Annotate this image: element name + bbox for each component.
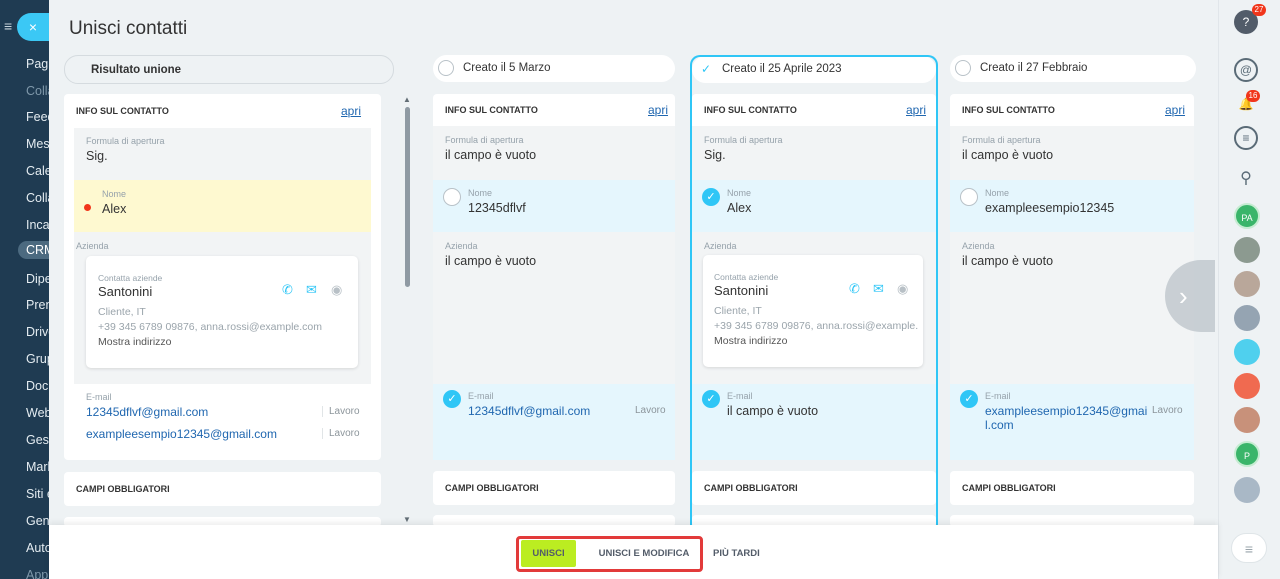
company-contacts: +39 345 6789 09876, anna.rossi@example.c…: [98, 321, 323, 333]
scrollbar[interactable]: ▲ ▼: [400, 95, 414, 525]
required-fields-section[interactable]: CAMPI OBBLIGATORI: [64, 472, 381, 506]
help-icon[interactable]: ? 27: [1234, 4, 1266, 34]
later-button[interactable]: PIÙ TARDI: [713, 540, 760, 567]
field-label: Nome: [468, 188, 493, 198]
activity-icon[interactable]: @: [1234, 58, 1258, 82]
column-card: INFO SUL CONTATTO apri Formula di apertu…: [950, 94, 1194, 460]
field-label: E-mail: [468, 391, 494, 401]
field-label: E-mail: [86, 392, 112, 402]
section-title: INFO SUL CONTATTO: [962, 105, 1055, 115]
chat-icon[interactable]: ◉: [331, 282, 342, 298]
field-value: Sig.: [86, 149, 108, 163]
avatar[interactable]: [1234, 271, 1260, 297]
column-title: Creato il 5 Marzo: [463, 62, 551, 74]
avatar[interactable]: [1234, 373, 1260, 399]
section-title: INFO SUL CONTATTO: [76, 106, 169, 116]
check-icon[interactable]: ✓: [443, 390, 461, 408]
scroll-thumb[interactable]: [405, 107, 410, 287]
result-info-card: INFO SUL CONTATTO apri Formula di apertu…: [64, 94, 381, 460]
avatar[interactable]: [1234, 477, 1260, 503]
company-address-link[interactable]: Mostra indirizzo: [98, 336, 348, 348]
radio-button[interactable]: [955, 60, 971, 76]
footer-bar: UNISCI UNISCI E MODIFICA PIÙ TARDI: [49, 525, 1218, 579]
page-title: Unisci contatti: [69, 18, 188, 39]
section-title: INFO SUL CONTATTO: [445, 105, 538, 115]
field-value: il campo è vuoto: [962, 254, 1054, 268]
field-label: Nome: [985, 188, 1010, 198]
avatar[interactable]: [1234, 237, 1260, 263]
search-icon[interactable]: ⚲: [1234, 166, 1258, 190]
field-value: il campo è vuoto: [445, 148, 537, 162]
avatar[interactable]: [1234, 305, 1260, 331]
avatar[interactable]: P: [1234, 441, 1260, 467]
merge-button[interactable]: UNISCI: [521, 540, 576, 567]
column-card: INFO SUL CONTATTO apri Formula di apertu…: [433, 94, 675, 460]
email-link[interactable]: l.com: [985, 418, 1014, 432]
avatar[interactable]: [1234, 339, 1260, 365]
avatar[interactable]: PA: [1234, 203, 1260, 229]
company-card: Contatta aziende Santonini ✆ ✉ ◉ Cliente…: [86, 256, 358, 368]
menu-icon[interactable]: ≡: [4, 18, 18, 34]
close-slider-button[interactable]: ×: [17, 13, 49, 41]
open-link[interactable]: apri: [1165, 103, 1185, 117]
company-label: Contatta aziende: [98, 273, 163, 283]
avatar[interactable]: [1234, 407, 1260, 433]
bell-icon[interactable]: 🔔 16: [1234, 90, 1260, 116]
merge-and-edit-button[interactable]: UNISCI E MODIFICA: [589, 540, 699, 567]
scroll-up-icon[interactable]: ▲: [403, 95, 411, 104]
radio-button[interactable]: [443, 188, 461, 206]
email-link[interactable]: 12345dflvf@gmail.com: [468, 404, 590, 418]
field-label: Formula di apertura: [86, 136, 165, 146]
phone-icon[interactable]: ✆: [282, 282, 293, 298]
radio-button[interactable]: [960, 188, 978, 206]
field-label: Azienda: [445, 241, 478, 251]
email-link[interactable]: exampleesempio12345@gmail.com: [86, 427, 277, 441]
column-header[interactable]: Creato il 27 Febbraio: [950, 55, 1196, 82]
email-link[interactable]: 12345dflvf@gmail.com: [86, 405, 208, 419]
email-tag: Lavoro: [322, 428, 360, 439]
right-sidebar: ? 27 @ 🔔 16 ≡ ⚲ PA P ≡: [1218, 0, 1280, 579]
help-badge: 27: [1252, 4, 1266, 16]
required-dot: [84, 204, 91, 211]
open-link[interactable]: apri: [648, 103, 668, 117]
open-link[interactable]: apri: [341, 104, 361, 118]
field-value: 12345dflvf: [468, 201, 526, 215]
field-value: exampleesempio12345: [985, 201, 1115, 215]
field-label: Azienda: [962, 241, 995, 251]
email-link[interactable]: exampleesempio12345@gmai: [985, 404, 1147, 418]
close-icon: ×: [28, 19, 38, 35]
field-label: Formula di apertura: [962, 135, 1041, 145]
field-label: Nome: [102, 189, 127, 199]
notifications-badge: 16: [1246, 90, 1260, 102]
menu-icon[interactable]: ≡: [1231, 533, 1267, 563]
field-label: E-mail: [985, 391, 1011, 401]
mail-icon[interactable]: ✉: [306, 282, 317, 298]
scroll-down-icon[interactable]: ▼: [403, 515, 411, 524]
selected-column-frame: [690, 55, 938, 535]
field-label: Formula di apertura: [445, 135, 524, 145]
field-value: Alex: [102, 202, 127, 216]
field-value: il campo è vuoto: [445, 254, 537, 268]
required-fields-section[interactable]: CAMPI OBBLIGATORI: [950, 471, 1194, 505]
column-header[interactable]: Creato il 5 Marzo: [433, 55, 675, 82]
merge-contacts-slider: Unisci contatti Risultato unione INFO SU…: [49, 0, 1218, 579]
required-fields-section[interactable]: CAMPI OBBLIGATORI: [433, 471, 675, 505]
column-title: Creato il 27 Febbraio: [980, 62, 1088, 74]
radio-button[interactable]: [438, 60, 454, 76]
company-type: Cliente, IT: [98, 306, 146, 318]
field-value: il campo è vuoto: [962, 148, 1054, 162]
email-tag: Lavoro: [322, 406, 360, 417]
email-tag: Lavoro: [635, 405, 666, 416]
company-name: Santonini: [98, 284, 153, 299]
chat-icon[interactable]: ≡: [1234, 126, 1258, 150]
email-tag: Lavoro: [1152, 405, 1183, 416]
check-icon[interactable]: ✓: [960, 390, 978, 408]
field-label: Azienda: [76, 241, 109, 251]
result-header: Risultato unione: [64, 55, 394, 84]
